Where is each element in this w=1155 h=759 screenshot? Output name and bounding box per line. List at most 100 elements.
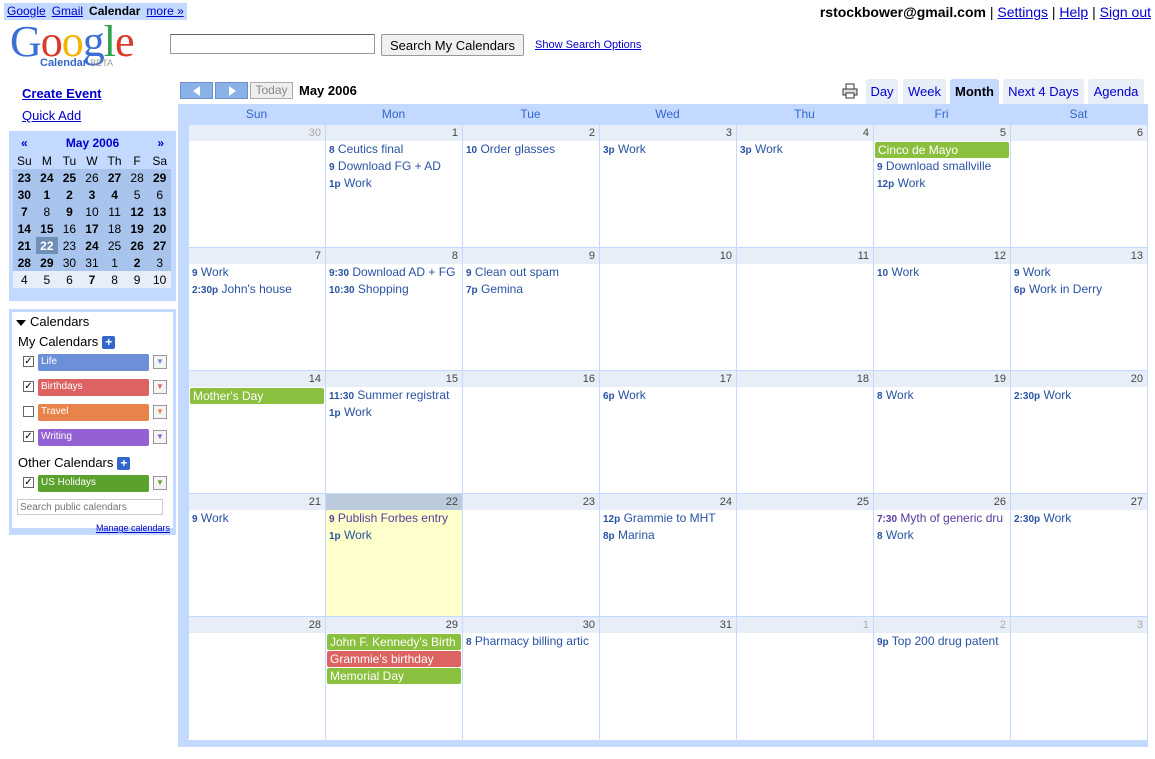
calendar-event[interactable]: 12p Grammie to MHT bbox=[600, 510, 736, 527]
day-number[interactable]: 13 bbox=[1011, 248, 1147, 264]
help-link[interactable]: Help bbox=[1059, 4, 1088, 20]
search-input[interactable] bbox=[170, 34, 375, 54]
minical-day[interactable]: 18 bbox=[103, 220, 126, 237]
minical-day[interactable]: 9 bbox=[58, 203, 81, 220]
calendar-event[interactable]: 2:30p Work bbox=[1011, 387, 1147, 404]
minical-day[interactable]: 2 bbox=[125, 254, 149, 271]
tab-agenda[interactable]: Agenda bbox=[1088, 79, 1144, 104]
day-number[interactable]: 8 bbox=[326, 248, 462, 264]
calendar-event[interactable]: 9 Work bbox=[189, 510, 325, 527]
calendar-event[interactable]: 3p Work bbox=[737, 141, 873, 158]
minical-day[interactable]: 24 bbox=[35, 169, 59, 186]
day-number[interactable]: 16 bbox=[463, 371, 599, 387]
day-number[interactable]: 22 bbox=[326, 494, 462, 510]
day-number[interactable]: 21 bbox=[189, 494, 325, 510]
minical-day[interactable]: 30 bbox=[58, 254, 81, 271]
minical-day[interactable]: 17 bbox=[80, 220, 104, 237]
day-number[interactable]: 5 bbox=[874, 125, 1010, 141]
calendar-checkbox[interactable] bbox=[23, 406, 34, 417]
day-number[interactable]: 12 bbox=[874, 248, 1010, 264]
day-cell[interactable]: 18 bbox=[736, 370, 873, 493]
calendar-event[interactable]: 9:30 Download AD + FG bbox=[326, 264, 462, 281]
calendar-event[interactable]: 1p Work bbox=[326, 175, 462, 192]
calendar-event[interactable]: 9p Top 200 drug patent bbox=[874, 633, 1010, 650]
calendar-event[interactable]: 9 Work bbox=[1011, 264, 1147, 281]
minical-day[interactable]: 29 bbox=[148, 169, 171, 186]
calendar-event[interactable]: 8 Pharmacy billing artic bbox=[463, 633, 599, 650]
allday-event[interactable]: Cinco de Mayo bbox=[875, 142, 1009, 158]
day-cell[interactable]: 25 bbox=[736, 493, 873, 616]
minical-day[interactable]: 10 bbox=[80, 203, 104, 220]
calendars-header[interactable]: Calendars bbox=[16, 314, 89, 329]
day-cell[interactable]: 3 3p Work bbox=[599, 124, 736, 247]
calendar-event[interactable]: 8 Work bbox=[874, 387, 1010, 404]
day-number[interactable]: 2 bbox=[463, 125, 599, 141]
day-cell[interactable]: 16 bbox=[462, 370, 599, 493]
minical-day[interactable]: 3 bbox=[80, 186, 104, 203]
day-cell[interactable]: 15 11:30 Summer registrat 1p Work bbox=[325, 370, 462, 493]
calendar-event[interactable]: 2:30p John's house bbox=[189, 281, 325, 298]
day-number[interactable]: 28 bbox=[189, 617, 325, 633]
day-cell[interactable]: 24 12p Grammie to MHT 8p Marina bbox=[599, 493, 736, 616]
minical-day[interactable]: 15 bbox=[35, 220, 59, 237]
calendar-event[interactable]: 9 Work bbox=[189, 264, 325, 281]
minical-day[interactable]: 4 bbox=[103, 186, 126, 203]
day-number[interactable]: 3 bbox=[1011, 617, 1147, 633]
minical-day[interactable]: 12 bbox=[125, 203, 149, 220]
minical-next[interactable]: » bbox=[157, 136, 164, 150]
day-cell[interactable]: 19 8 Work bbox=[873, 370, 1010, 493]
day-number[interactable]: 31 bbox=[600, 617, 736, 633]
calendar-event[interactable]: 8p Marina bbox=[600, 527, 736, 544]
day-cell[interactable]: 29 John F. Kennedy's Birth Grammie's birth… bbox=[325, 616, 462, 739]
calendar-event[interactable]: 6p Work in Derry bbox=[1011, 281, 1147, 298]
minical-day[interactable]: 3 bbox=[148, 254, 171, 271]
calendar-event[interactable]: 9 Download smallville bbox=[874, 158, 1010, 175]
minical-prev[interactable]: « bbox=[21, 136, 28, 150]
calendar-name[interactable]: Birthdays bbox=[38, 379, 149, 396]
minical-day[interactable]: 27 bbox=[103, 169, 126, 186]
minical-day[interactable]: 20 bbox=[148, 220, 171, 237]
create-event-link[interactable]: Create Event bbox=[22, 86, 101, 101]
calendar-event[interactable]: 6p Work bbox=[600, 387, 736, 404]
minical-day[interactable]: 16 bbox=[58, 220, 81, 237]
calendar-name[interactable]: Life bbox=[38, 354, 149, 371]
day-cell[interactable]: 30 8 Pharmacy billing artic bbox=[462, 616, 599, 739]
day-number[interactable]: 11 bbox=[737, 248, 873, 264]
minical-day[interactable]: 2 bbox=[58, 186, 81, 203]
calendar-event[interactable]: 7:30 Myth of generic dru bbox=[874, 510, 1010, 527]
minical-day[interactable]: 26 bbox=[125, 237, 149, 254]
day-number[interactable]: 15 bbox=[326, 371, 462, 387]
chevron-down-icon[interactable]: ▼ bbox=[153, 355, 167, 369]
settings-link[interactable]: Settings bbox=[997, 4, 1048, 20]
show-search-options-link[interactable]: Show Search Options bbox=[535, 39, 641, 51]
collapse-triangle-icon[interactable] bbox=[16, 319, 26, 326]
chevron-down-icon[interactable]: ▼ bbox=[153, 430, 167, 444]
minical-day[interactable]: 28 bbox=[13, 254, 36, 271]
day-cell[interactable]: 28 bbox=[188, 616, 325, 739]
day-number[interactable]: 29 bbox=[326, 617, 462, 633]
day-number[interactable]: 26 bbox=[874, 494, 1010, 510]
day-cell[interactable]: 11 bbox=[736, 247, 873, 370]
day-number[interactable]: 1 bbox=[737, 617, 873, 633]
today-button[interactable]: Today bbox=[250, 82, 293, 99]
calendar-event[interactable]: 12p Work bbox=[874, 175, 1010, 192]
calendar-event[interactable]: 8 Ceutics final bbox=[326, 141, 462, 158]
calendar-name[interactable]: Travel bbox=[38, 404, 149, 421]
add-other-calendar-plus-icon[interactable]: + bbox=[117, 457, 131, 471]
day-number[interactable]: 3 bbox=[600, 125, 736, 141]
calendar-event[interactable]: 9 Publish Forbes entry bbox=[326, 510, 462, 527]
minical-day[interactable]: 28 bbox=[125, 169, 149, 186]
day-cell[interactable]: 17 6p Work bbox=[599, 370, 736, 493]
day-cell[interactable]: 14 Mother's Day bbox=[188, 370, 325, 493]
tab-week[interactable]: Week bbox=[903, 79, 946, 104]
minical-day[interactable]: 21 bbox=[13, 237, 36, 254]
day-number[interactable]: 30 bbox=[189, 125, 325, 141]
minical-day[interactable]: 25 bbox=[103, 237, 126, 254]
day-cell[interactable]: 79 Work 2:30p John's house bbox=[188, 247, 325, 370]
calendar-event[interactable]: 9 Clean out spam bbox=[463, 264, 599, 281]
day-cell[interactable]: 21 9 Work bbox=[188, 493, 325, 616]
chevron-down-icon[interactable]: ▼ bbox=[153, 380, 167, 394]
day-cell[interactable]: 20 2:30p Work bbox=[1010, 370, 1147, 493]
minical-day[interactable]: 5 bbox=[125, 186, 149, 203]
calendar-checkbox[interactable]: ✓ bbox=[23, 381, 34, 392]
